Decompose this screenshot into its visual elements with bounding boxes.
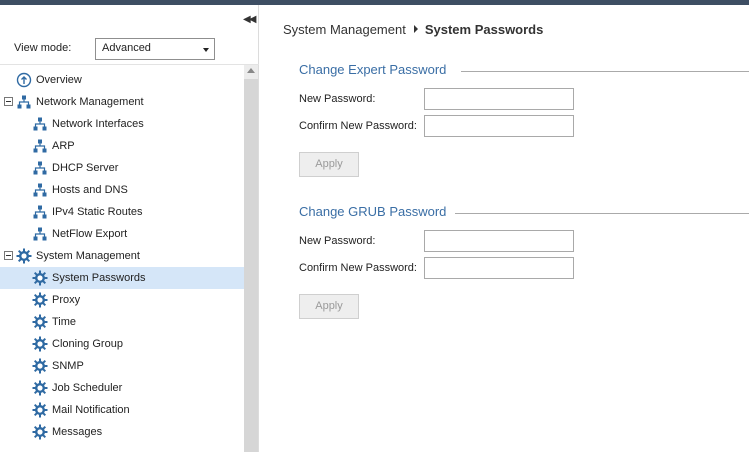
- gear-icon: [32, 292, 48, 308]
- tree-item-label: Network Interfaces: [52, 118, 144, 130]
- tree-item-label: SNMP: [52, 360, 84, 372]
- grub-new-password-input[interactable]: [424, 230, 574, 252]
- breadcrumb-current: System Passwords: [424, 22, 544, 37]
- gear-icon: [32, 270, 48, 286]
- scroll-up-arrow-icon: [247, 68, 255, 73]
- network-icon: [32, 116, 48, 132]
- network-icon: [16, 94, 32, 110]
- dropdown-arrow-icon: [203, 48, 209, 52]
- view-mode-label: View mode:: [14, 42, 72, 54]
- tree-item[interactable]: Job Scheduler: [0, 377, 244, 399]
- confirm-password-label: Confirm New Password:: [299, 120, 417, 132]
- view-mode-value: Advanced: [102, 42, 151, 54]
- tree-item-label: DHCP Server: [52, 162, 119, 174]
- tree-item[interactable]: Hosts and DNS: [0, 179, 244, 201]
- breadcrumb-separator-icon: [413, 25, 418, 33]
- section-divider: [455, 213, 749, 214]
- tree-item-label: Mail Notification: [52, 404, 130, 416]
- tree-item[interactable]: System Management: [0, 245, 244, 267]
- new-password-label: New Password:: [299, 93, 376, 105]
- overview-icon: [16, 72, 32, 88]
- tree-item-label: Hosts and DNS: [52, 184, 128, 196]
- expert-confirm-password-input[interactable]: [424, 115, 574, 137]
- gear-icon: [32, 424, 48, 440]
- tree-item[interactable]: Network Interfaces: [0, 113, 244, 135]
- network-icon: [32, 226, 48, 242]
- view-mode-select[interactable]: Advanced: [95, 38, 215, 60]
- sidebar-scrollbar[interactable]: [244, 65, 258, 452]
- grub-apply-button[interactable]: Apply: [299, 294, 359, 319]
- gear-icon: [32, 358, 48, 374]
- tree-item[interactable]: System Passwords: [0, 267, 244, 289]
- tree-item[interactable]: IPv4 Static Routes: [0, 201, 244, 223]
- gear-icon: [32, 314, 48, 330]
- tree-item[interactable]: Overview: [0, 69, 244, 91]
- network-icon: [32, 182, 48, 198]
- tree-item-label: NetFlow Export: [52, 228, 128, 240]
- expert-new-password-input[interactable]: [424, 88, 574, 110]
- scroll-up-button[interactable]: [244, 65, 258, 79]
- network-icon: [32, 138, 48, 154]
- tree-item-label: IPv4 Static Routes: [52, 206, 143, 218]
- tree-item-label: Proxy: [52, 294, 81, 306]
- gear-icon: [16, 248, 32, 264]
- sidebar: ◀◀ View mode: Advanced Overview Network M…: [0, 5, 259, 452]
- expert-apply-button[interactable]: Apply: [299, 152, 359, 177]
- breadcrumb: System Management System Passwords: [283, 22, 543, 37]
- tree-item[interactable]: Cloning Group: [0, 333, 244, 355]
- breadcrumb-parent[interactable]: System Management: [283, 22, 406, 37]
- tree-item-label: Cloning Group: [52, 338, 123, 350]
- tree-item-label: Time: [52, 316, 77, 328]
- tree-item[interactable]: Proxy: [0, 289, 244, 311]
- tree-item-label: System Management: [36, 250, 140, 262]
- gear-icon: [32, 380, 48, 396]
- tree-item-label: ARP: [52, 140, 75, 152]
- new-password-label: New Password:: [299, 235, 376, 247]
- grub-password-section: Change GRUB Password New Password: Confi…: [299, 204, 749, 324]
- tree-item[interactable]: Time: [0, 311, 244, 333]
- tree-item-label: System Passwords: [52, 272, 146, 284]
- confirm-password-label: Confirm New Password:: [299, 262, 417, 274]
- tree-item[interactable]: DHCP Server: [0, 157, 244, 179]
- section-divider: [461, 71, 749, 72]
- section-title: Change GRUB Password: [299, 204, 447, 219]
- double-chevron-left-icon[interactable]: ◀◀: [243, 14, 256, 25]
- collapse-toggle-icon[interactable]: [4, 97, 13, 106]
- navigation-tree: Overview Network Management Network Interf…: [0, 65, 244, 452]
- tree-item-label: Overview: [36, 74, 82, 86]
- network-icon: [32, 160, 48, 176]
- network-icon: [32, 204, 48, 220]
- tree-item-label: Job Scheduler: [52, 382, 123, 394]
- gear-icon: [32, 402, 48, 418]
- tree-item[interactable]: Messages: [0, 421, 244, 443]
- main-content: System Management System Passwords Change…: [259, 5, 749, 452]
- collapse-toggle-icon[interactable]: [4, 251, 13, 260]
- tree-item[interactable]: NetFlow Export: [0, 223, 244, 245]
- expert-password-section: Change Expert Password New Password: Con…: [299, 62, 749, 182]
- grub-confirm-password-input[interactable]: [424, 257, 574, 279]
- gear-icon: [32, 336, 48, 352]
- tree-item[interactable]: SNMP: [0, 355, 244, 377]
- tree-item[interactable]: ARP: [0, 135, 244, 157]
- tree-item-label: Network Management: [36, 96, 144, 108]
- tree-item-label: Messages: [52, 426, 103, 438]
- tree-item[interactable]: Mail Notification: [0, 399, 244, 421]
- tree-item[interactable]: Network Management: [0, 91, 244, 113]
- section-title: Change Expert Password: [299, 62, 447, 77]
